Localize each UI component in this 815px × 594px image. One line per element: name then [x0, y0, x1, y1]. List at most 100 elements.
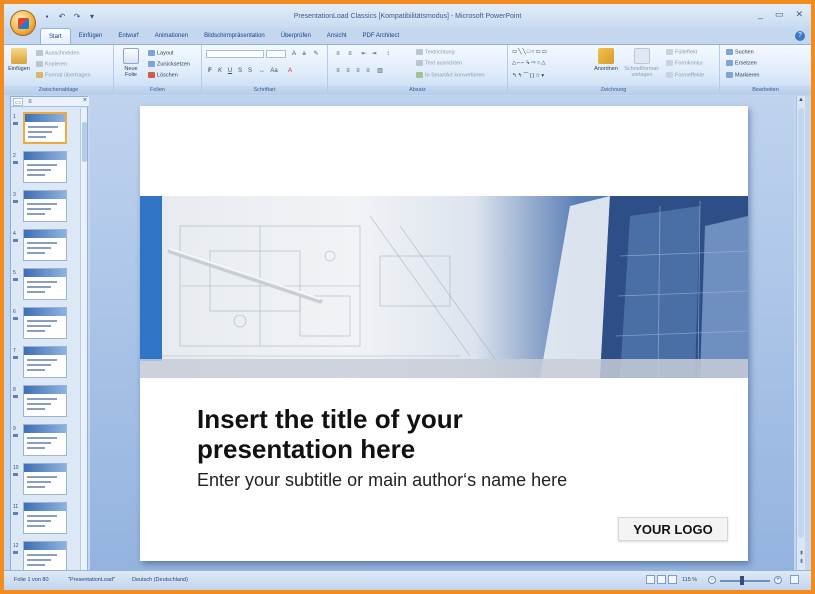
new-slide-button[interactable]: Neue Folie	[120, 48, 142, 78]
slide-thumbnail[interactable]	[23, 385, 67, 417]
scroll-up-icon[interactable]: ▲	[797, 96, 805, 105]
paste-button[interactable]: Einfügen	[8, 48, 30, 72]
font-name-field[interactable]	[206, 50, 264, 58]
arrange-button[interactable]: Anordnen	[592, 48, 620, 72]
pane-scroll-thumb[interactable]	[82, 122, 87, 162]
slide-thumbnail-row[interactable]: 11	[11, 502, 81, 538]
slide-thumbnail-row[interactable]: 3	[11, 190, 81, 226]
slide-sorter-icon[interactable]	[657, 575, 666, 584]
shape-effects-button[interactable]: Formeffekte	[666, 72, 704, 78]
grow-font-icon[interactable]: A	[290, 50, 298, 58]
editor-scroll-thumb[interactable]	[798, 108, 804, 538]
zoom-in-icon[interactable]: +	[774, 576, 782, 584]
help-icon[interactable]: ?	[795, 31, 805, 41]
slide-thumbnail-row[interactable]: 7	[11, 346, 81, 382]
text-direction-button[interactable]: Textrichtung	[416, 49, 455, 55]
slide-thumbnail[interactable]	[23, 424, 67, 456]
maximize-button[interactable]: ▭	[775, 9, 784, 20]
slide-thumbnail[interactable]	[23, 190, 67, 222]
zoom-slider-knob[interactable]	[740, 576, 744, 585]
slide-thumbnail[interactable]	[23, 151, 67, 183]
tab-insert[interactable]: Einfügen	[71, 28, 111, 44]
minimize-button[interactable]: _	[758, 9, 763, 20]
increase-indent-icon[interactable]: ⇥	[370, 50, 378, 58]
shape-outline-button[interactable]: Formkontur	[666, 60, 703, 66]
tab-animations[interactable]: Animationen	[147, 28, 196, 44]
bullets-icon[interactable]: ≡	[334, 50, 342, 58]
select-button[interactable]: Markieren	[726, 72, 759, 78]
tab-review[interactable]: Überprüfen	[273, 28, 319, 44]
outline-tab-icon[interactable]: ≡	[25, 98, 35, 106]
tab-design[interactable]: Entwurf	[110, 28, 146, 44]
slide-thumbnail[interactable]	[23, 502, 67, 534]
shape-fill-button[interactable]: Fülleffekt	[666, 49, 697, 55]
previous-slide-icon[interactable]: ⇞	[797, 550, 806, 558]
language[interactable]: Deutsch (Deutschland)	[132, 577, 188, 583]
shrink-font-icon[interactable]: a	[300, 50, 308, 58]
fit-to-window-icon[interactable]	[790, 575, 799, 584]
slide-thumbnail-row[interactable]: 10	[11, 463, 81, 499]
clear-format-icon[interactable]: ✎	[312, 50, 320, 58]
zoom-slider[interactable]	[720, 580, 770, 582]
font-color-icon[interactable]: A	[286, 67, 294, 75]
slide-thumbnail[interactable]	[23, 463, 67, 495]
zoom-out-icon[interactable]: −	[708, 576, 716, 584]
slides-tab-icon[interactable]: ▭	[13, 98, 23, 106]
tab-view[interactable]: Ansicht	[319, 28, 355, 44]
font-size-field[interactable]	[266, 50, 286, 58]
slide-thumbnail-row[interactable]: 12	[11, 541, 81, 571]
tab-slideshow[interactable]: Bildschirmpräsentation	[196, 28, 273, 44]
slide-thumbnail[interactable]	[23, 229, 67, 261]
slide-thumbnail-row[interactable]: 1	[11, 112, 81, 148]
copy-button[interactable]: Kopieren	[36, 61, 67, 67]
tab-pdf-architect[interactable]: PDF Architect	[354, 28, 407, 44]
bold-icon[interactable]: F	[206, 67, 214, 75]
align-center-icon[interactable]: ≡	[344, 67, 352, 75]
slide-thumbnail-row[interactable]: 6	[11, 307, 81, 343]
align-right-icon[interactable]: ≡	[354, 67, 362, 75]
editor-scrollbar[interactable]: ▲ ⇞ ⇟	[796, 96, 805, 572]
columns-icon[interactable]: ▥	[376, 67, 384, 75]
smartart-button[interactable]: In SmartArt konvertieren	[416, 72, 485, 78]
logo-placeholder[interactable]: YOUR LOGO	[618, 517, 728, 541]
reset-button[interactable]: Zurücksetzen	[148, 61, 190, 67]
tab-start[interactable]: Start	[40, 28, 71, 44]
change-case-icon[interactable]: Aa	[270, 67, 278, 75]
layout-button[interactable]: Layout	[148, 50, 174, 56]
slide-thumbnail-row[interactable]: 8	[11, 385, 81, 421]
close-pane-icon[interactable]: ×	[83, 97, 87, 104]
shapes-gallery-row2[interactable]: △⌐⌐↳⇨○△	[512, 60, 546, 66]
slide-thumbnail-row[interactable]: 9	[11, 424, 81, 460]
slide-thumbnail[interactable]	[23, 346, 67, 378]
find-button[interactable]: Suchen	[726, 49, 754, 55]
close-button[interactable]: ✕	[795, 9, 803, 20]
slide-thumbnail[interactable]	[23, 541, 67, 571]
slide-thumbnail[interactable]	[23, 268, 67, 300]
shadow-icon[interactable]: S	[246, 67, 254, 75]
line-spacing-icon[interactable]: ↕	[384, 50, 392, 58]
numbering-icon[interactable]: ≡	[346, 50, 354, 58]
spacing-icon[interactable]: ↔	[258, 67, 266, 75]
slide-thumbnail[interactable]	[23, 307, 67, 339]
cut-button[interactable]: Ausschneiden	[36, 50, 80, 56]
slide-title[interactable]: Insert the title of your presentation he…	[197, 404, 617, 464]
normal-view-icon[interactable]	[646, 575, 655, 584]
zoom-level[interactable]: 115 %	[682, 577, 697, 583]
slide-subtitle[interactable]: Enter your subtitle or main author‘s nam…	[197, 470, 567, 491]
slideshow-view-icon[interactable]	[668, 575, 677, 584]
office-button[interactable]	[10, 10, 36, 36]
quick-styles-button[interactable]: Schnellformat-vorlagen	[622, 48, 662, 78]
underline-icon[interactable]: U	[226, 67, 234, 75]
next-slide-icon[interactable]: ⇟	[797, 558, 806, 566]
format-painter-button[interactable]: Format übertragen	[36, 72, 91, 78]
shapes-gallery-row3[interactable]: ↰↰⌒{}☆▾	[512, 71, 545, 79]
replace-button[interactable]: Ersetzen	[726, 60, 757, 66]
slide-thumbnail-row[interactable]: 5	[11, 268, 81, 304]
slide-thumbnail-row[interactable]: 2	[11, 151, 81, 187]
delete-slide-button[interactable]: Löschen	[148, 72, 178, 78]
slide-thumbnail[interactable]	[23, 112, 67, 144]
align-text-button[interactable]: Text ausrichten	[416, 60, 462, 66]
italic-icon[interactable]: K	[216, 67, 224, 75]
pane-scrollbar[interactable]	[80, 108, 87, 571]
strikethrough-icon[interactable]: S	[236, 67, 244, 75]
